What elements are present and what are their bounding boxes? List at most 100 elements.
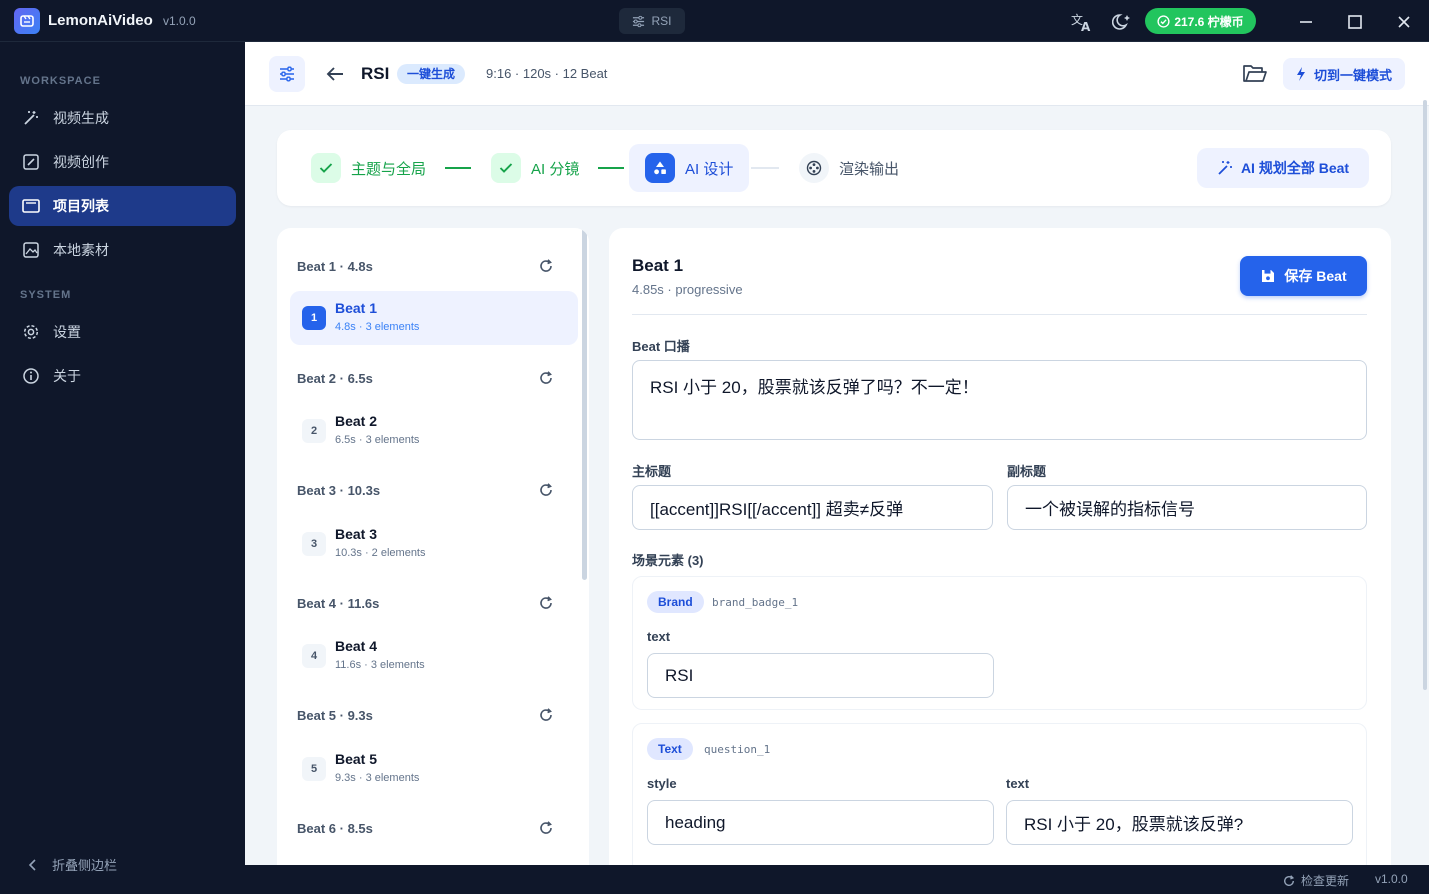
element-text-input[interactable]: RSI	[647, 653, 994, 698]
scene-element-card: Brand brand_badge_1 text RSI	[632, 576, 1367, 710]
sliders-icon	[280, 66, 294, 82]
collapse-sidebar-label: 折叠侧边栏	[52, 858, 118, 873]
beat-list-item[interactable]: 4 Beat 4 11.6s · 3 elements	[290, 629, 578, 683]
sub-title-input[interactable]: 一个被误解的指标信号	[1007, 485, 1367, 530]
ai-plan-all-button[interactable]: AI 规划全部 Beat	[1197, 148, 1369, 188]
narration-textarea[interactable]: RSI 小于 20，股票就该反弹了吗？不一定！	[632, 360, 1367, 440]
step-theme[interactable]: 主题与全局	[311, 144, 426, 192]
refresh-icon[interactable]	[539, 596, 553, 610]
folder-icon	[21, 196, 41, 216]
coin-balance: 217.6 柠檬币	[1174, 14, 1244, 29]
beat-name: Beat 3	[335, 526, 378, 542]
info-icon	[21, 366, 41, 386]
refresh-icon[interactable]	[539, 821, 553, 835]
step-label: AI 设计	[685, 160, 734, 178]
step-storyboard[interactable]: AI 分镜	[491, 144, 579, 192]
sidebar-item-project-list[interactable]: 项目列表	[9, 186, 236, 226]
mode-badge: 一键生成	[397, 64, 466, 84]
check-icon	[311, 153, 341, 183]
beat-list-scrollbar[interactable]	[582, 228, 587, 580]
gear-icon	[21, 322, 41, 342]
close-button[interactable]	[1392, 10, 1416, 34]
switch-mode-button[interactable]: 切到一键模式	[1283, 58, 1405, 90]
step-connector	[445, 167, 471, 169]
window-tab[interactable]: RSI	[619, 8, 685, 34]
arrow-left-icon	[326, 67, 343, 81]
save-icon	[1262, 270, 1275, 282]
translate-icon[interactable]: 文A	[1070, 10, 1094, 34]
beat-name: Beat 1	[335, 300, 378, 316]
title-bar: LemonAiVideo v1.0.0 RSI 文A 217.6 柠檬币	[0, 0, 1429, 42]
check-icon	[491, 153, 521, 183]
minimize-button[interactable]	[1294, 10, 1318, 34]
step-label: 主题与全局	[351, 160, 427, 178]
beat-name: Beat 5	[335, 751, 378, 767]
divider	[632, 314, 1367, 315]
sidebar-item-settings[interactable]: 设置	[9, 312, 236, 352]
system-section-label: SYSTEM	[20, 289, 72, 301]
element-style-label: style	[647, 776, 677, 791]
app-logo-icon	[14, 8, 40, 34]
shapes-icon	[645, 153, 675, 183]
page-title: RSI	[361, 64, 390, 83]
step-label: 渲染输出	[839, 160, 900, 178]
save-beat-button[interactable]: 保存 Beat	[1240, 256, 1367, 296]
ai-plan-all-label: AI 规划全部 Beat	[1240, 160, 1350, 176]
step-connector	[751, 167, 779, 169]
collapse-sidebar-button[interactable]: 折叠侧边栏	[28, 855, 117, 874]
beat-name: Beat 4	[335, 638, 378, 654]
scene-element-card: Text question_1 style heading text RSI 小…	[632, 723, 1367, 865]
sidebar: WORKSPACE 视频生成 视频创作 项目列表 本地素材 SYSTEM 设置 …	[0, 42, 245, 894]
element-id: question_1	[704, 743, 771, 756]
element-text-label: text	[1006, 776, 1030, 791]
main-content: RSI 一键生成 9:16 · 120s · 12 Beat 切到一键模式 主题…	[245, 42, 1429, 865]
refresh-icon[interactable]	[539, 259, 553, 273]
main-title-input[interactable]: [[accent]]RSI[[/accent]] 超卖≠反弹	[632, 485, 993, 530]
dark-mode-icon[interactable]	[1110, 10, 1134, 34]
magic-wand-icon	[1218, 161, 1232, 175]
element-style-input[interactable]: heading	[647, 800, 994, 845]
beat-group-title: Beat 4 · 11.6s	[297, 595, 380, 611]
project-meta: 9:16 · 120s · 12 Beat	[486, 66, 608, 81]
beat-group-header: Beat 3 · 10.3s	[297, 480, 553, 500]
step-render[interactable]: 渲染输出	[799, 144, 899, 192]
sidebar-item-video-generate[interactable]: 视频生成	[9, 98, 236, 138]
beat-list-item[interactable]: 3 Beat 3 10.3s · 2 elements	[290, 517, 578, 571]
window-tab-label: RSI	[651, 14, 672, 28]
beat-group-title: Beat 2 · 6.5s	[297, 370, 373, 386]
refresh-icon[interactable]	[539, 708, 553, 722]
sidebar-item-local-assets[interactable]: 本地素材	[9, 230, 236, 270]
narration-label: Beat 口播	[632, 339, 690, 354]
check-circle-icon	[1157, 14, 1170, 28]
refresh-icon[interactable]	[539, 483, 553, 497]
beat-editor-subtitle: 4.85s · progressive	[632, 282, 743, 297]
sidebar-item-label: 视频生成	[53, 110, 109, 126]
svg-text:A: A	[1081, 20, 1091, 33]
refresh-icon[interactable]	[539, 371, 553, 385]
step-ai-design[interactable]: AI 设计	[629, 144, 750, 192]
sidebar-item-label: 项目列表	[53, 198, 109, 214]
check-update-button[interactable]: 检查更新	[1283, 872, 1349, 889]
beat-summary: 4.8s · 3 elements	[335, 321, 420, 333]
beat-summary: 6.5s · 3 elements	[335, 434, 420, 446]
beat-summary: 11.6s · 3 elements	[335, 659, 425, 671]
open-folder-button[interactable]	[1241, 62, 1269, 86]
element-type-badge: Text	[647, 738, 693, 760]
beat-list-item[interactable]: 5 Beat 5 9.3s · 3 elements	[290, 742, 578, 796]
sidebar-item-label: 本地素材	[53, 242, 109, 258]
coin-balance-badge[interactable]: 217.6 柠檬币	[1145, 8, 1256, 34]
beat-list-item[interactable]: 1 Beat 1 4.8s · 3 elements	[290, 291, 578, 345]
beat-group-title: Beat 6 · 8.5s	[297, 820, 373, 836]
beat-list-item[interactable]: 2 Beat 2 6.5s · 3 elements	[290, 404, 578, 458]
sidebar-item-label: 视频创作	[53, 154, 109, 170]
sidebar-item-video-create[interactable]: 视频创作	[9, 142, 236, 182]
maximize-button[interactable]	[1343, 10, 1367, 34]
main-title-label: 主标题	[632, 464, 672, 479]
back-button[interactable]	[325, 62, 347, 86]
sub-title-label: 副标题	[1007, 464, 1047, 479]
sidebar-item-about[interactable]: 关于	[9, 356, 236, 396]
element-text-input[interactable]: RSI 小于 20，股票就该反弹?	[1006, 800, 1353, 845]
page-scrollbar[interactable]	[1423, 100, 1427, 690]
settings-toggle-button[interactable]	[269, 56, 305, 92]
app-version: v1.0.0	[163, 14, 196, 28]
